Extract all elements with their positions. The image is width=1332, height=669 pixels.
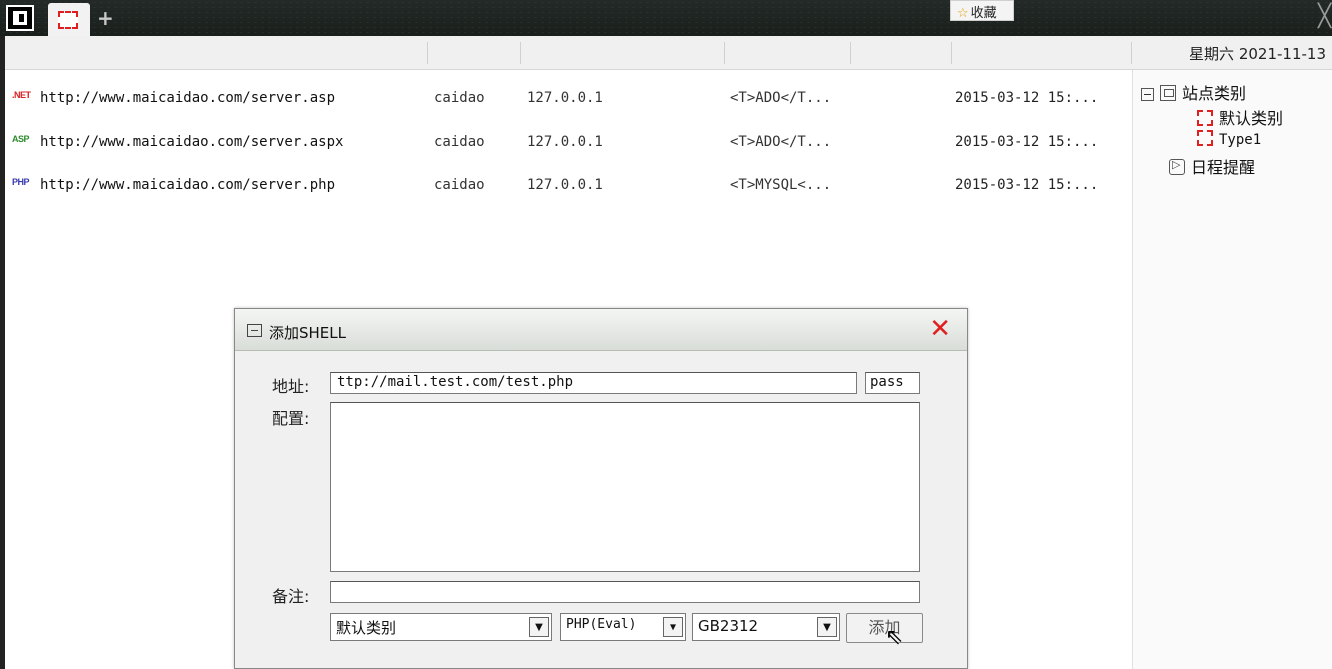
row-password: caidao <box>434 134 485 150</box>
new-tab-button[interactable]: + <box>97 6 114 30</box>
category-icon <box>1197 110 1213 126</box>
collapse-icon[interactable] <box>1141 88 1154 101</box>
row-time: 2015-03-12 15:... <box>955 134 1099 150</box>
category-icon <box>1197 130 1213 146</box>
row-time: 2015-03-12 15:... <box>955 177 1099 193</box>
row-config: <T>MYSQL<... <box>730 177 832 193</box>
category-select-value: 默认类别 <box>336 619 397 637</box>
row-url: http://www.maicaidao.com/server.php <box>40 177 336 193</box>
column-header-time[interactable] <box>952 42 1132 64</box>
row-url: http://www.maicaidao.com/server.aspx <box>40 134 344 150</box>
row-url: http://www.maicaidao.com/server.asp <box>40 90 336 106</box>
dialog-window-icon <box>247 324 262 337</box>
script-type-select[interactable]: PHP(Eval) ▼ <box>560 613 686 641</box>
note-input[interactable] <box>330 581 920 603</box>
password-input[interactable]: pass <box>865 372 920 394</box>
add-shell-dialog: 添加SHELL ✕ 地址: ttp://mail.test.com/test.p… <box>234 308 968 669</box>
close-window-icon[interactable]: ╳ <box>1318 4 1331 29</box>
address-input[interactable]: ttp://mail.test.com/test.php <box>330 372 857 394</box>
encoding-select[interactable]: GB2312 ▼ <box>692 613 840 641</box>
column-header-url[interactable] <box>5 42 428 64</box>
tab-bar-texture <box>0 0 1332 36</box>
tab-bar: + ☆ 收藏 ╳ <box>0 0 1332 36</box>
row-config: <T>ADO</T... <box>730 134 832 150</box>
category-select[interactable]: 默认类别 ▼ <box>330 613 552 641</box>
star-icon: ☆ <box>957 6 969 21</box>
chevron-down-icon[interactable]: ▼ <box>817 617 837 637</box>
folder-icon <box>1160 85 1176 101</box>
close-icon[interactable]: ✕ <box>929 316 951 342</box>
row-ip: 127.0.0.1 <box>527 134 603 150</box>
chevron-down-icon[interactable]: ▼ <box>663 617 683 637</box>
config-label: 配置: <box>272 409 310 428</box>
dialog-title: 添加SHELL <box>269 324 346 342</box>
address-label: 地址: <box>272 377 310 396</box>
tree-root-label: 站点类别 <box>1182 84 1247 103</box>
tree-item-label: 日程提醒 <box>1191 158 1256 177</box>
tree-item-label: 默认类别 <box>1219 109 1284 128</box>
encoding-value: GB2312 <box>698 617 759 635</box>
row-password: caidao <box>434 177 485 193</box>
row-time: 2015-03-12 15:... <box>955 90 1099 106</box>
window-icon <box>13 11 27 25</box>
app-tab-icon <box>58 11 78 29</box>
schedule-icon <box>1169 158 1185 175</box>
dialog-titlebar[interactable]: 添加SHELL ✕ <box>235 309 967 351</box>
tree-item-schedule[interactable]: 日程提醒 <box>1169 154 1255 178</box>
tree-item-default[interactable]: 默认类别 <box>1197 105 1283 129</box>
column-header-password[interactable] <box>428 42 521 64</box>
mouse-cursor-icon: ⇖ <box>885 625 904 650</box>
window-tab[interactable] <box>6 5 34 31</box>
tree-item-type1[interactable]: Type1 <box>1197 130 1261 148</box>
tree-root-sites[interactable]: 站点类别 <box>1141 80 1246 104</box>
column-header-ip[interactable] <box>521 42 725 64</box>
column-header-config[interactable] <box>725 42 851 64</box>
note-label: 备注: <box>272 587 310 606</box>
php-icon: PHP <box>12 177 30 187</box>
row-ip: 127.0.0.1 <box>527 177 603 193</box>
chevron-down-icon[interactable]: ▼ <box>529 617 549 637</box>
config-textarea[interactable] <box>330 402 920 572</box>
script-type-value: PHP(Eval) <box>566 617 637 632</box>
favorites-label: 收藏 <box>970 6 997 21</box>
category-tree-panel: 站点类别 默认类别 Type1 日程提醒 <box>1132 70 1332 669</box>
column-header-extra[interactable] <box>851 42 952 64</box>
active-tab[interactable] <box>48 3 90 36</box>
row-ip: 127.0.0.1 <box>527 90 603 106</box>
asp-icon: ASP <box>12 134 30 144</box>
window-frame <box>0 36 5 669</box>
list-header: 星期六 2021-11-13 <box>5 36 1332 70</box>
dotnet-icon: .NET <box>12 90 31 100</box>
row-password: caidao <box>434 90 485 106</box>
tree-item-label: Type1 <box>1219 132 1262 148</box>
date-display: 星期六 2021-11-13 <box>1189 45 1326 63</box>
row-config: <T>ADO</T... <box>730 90 832 106</box>
favorites-button[interactable]: ☆ 收藏 <box>950 0 1014 21</box>
